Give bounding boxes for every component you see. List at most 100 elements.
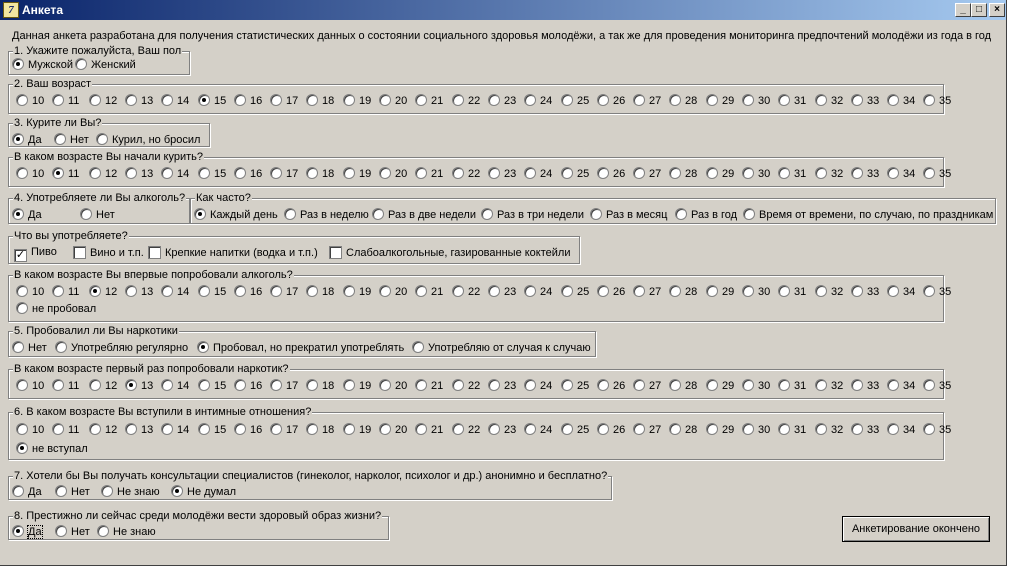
radio-button-icon[interactable]: [524, 423, 536, 435]
radio-button-icon[interactable]: [597, 285, 609, 297]
q6-option[interactable]: 29: [706, 423, 734, 437]
radio-button-icon[interactable]: [669, 94, 681, 106]
q2-option[interactable]: 18: [306, 94, 334, 108]
q6-option[interactable]: 27: [633, 423, 661, 437]
q4a-option[interactable]: Раз в три недели: [481, 208, 584, 222]
q3a-option[interactable]: 16: [234, 167, 262, 181]
radio-button-icon[interactable]: [597, 379, 609, 391]
radio-button-icon[interactable]: [815, 94, 827, 106]
radio-button-icon[interactable]: [16, 423, 28, 435]
q4c-option[interactable]: 33: [851, 285, 879, 299]
radio-button-icon[interactable]: [561, 423, 573, 435]
q4c-option[interactable]: 22: [452, 285, 480, 299]
radio-button-icon[interactable]: [706, 379, 718, 391]
q3a-option[interactable]: 13: [125, 167, 153, 181]
q5a-option[interactable]: 24: [524, 379, 552, 393]
q4c-option[interactable]: 14: [161, 285, 189, 299]
radio-button-icon[interactable]: [597, 94, 609, 106]
radio-button-icon[interactable]: [234, 285, 246, 297]
q3a-option[interactable]: 29: [706, 167, 734, 181]
q4-option[interactable]: Нет: [80, 208, 115, 222]
q5a-option[interactable]: 23: [488, 379, 516, 393]
q2-option[interactable]: 27: [633, 94, 661, 108]
radio-button-icon[interactable]: [343, 379, 355, 391]
radio-button-icon[interactable]: [198, 167, 210, 179]
q6-option[interactable]: 25: [561, 423, 589, 437]
radio-button-icon[interactable]: [125, 285, 137, 297]
drinks-option[interactable]: ✓ Пиво: [14, 246, 57, 262]
q6-option-extra[interactable]: не вступал: [16, 442, 88, 456]
checkbox-icon[interactable]: [148, 246, 161, 259]
q2-option[interactable]: 33: [851, 94, 879, 108]
radio-button-icon[interactable]: [97, 525, 109, 537]
radio-button-icon[interactable]: [198, 94, 210, 106]
q6-option[interactable]: 20: [379, 423, 407, 437]
q5a-option[interactable]: 35: [923, 379, 951, 393]
radio-button-icon[interactable]: [851, 167, 863, 179]
q4c-option[interactable]: 16: [234, 285, 262, 299]
q3a-option[interactable]: 14: [161, 167, 189, 181]
radio-button-icon[interactable]: [743, 208, 755, 220]
q6-option[interactable]: 12: [89, 423, 117, 437]
q2-option[interactable]: 28: [669, 94, 697, 108]
q5a-option[interactable]: 13: [125, 379, 153, 393]
q5a-option[interactable]: 27: [633, 379, 661, 393]
radio-button-icon[interactable]: [524, 94, 536, 106]
q5a-option[interactable]: 12: [89, 379, 117, 393]
radio-button-icon[interactable]: [306, 285, 318, 297]
q4c-option[interactable]: 23: [488, 285, 516, 299]
radio-button-icon[interactable]: [161, 94, 173, 106]
radio-button-icon[interactable]: [633, 423, 645, 435]
radio-button-icon[interactable]: [597, 167, 609, 179]
q6-option[interactable]: 17: [270, 423, 298, 437]
radio-button-icon[interactable]: [415, 167, 427, 179]
q5a-option[interactable]: 16: [234, 379, 262, 393]
q4-option[interactable]: Да: [12, 208, 42, 222]
radio-button-icon[interactable]: [12, 208, 24, 220]
q4c-option[interactable]: 35: [923, 285, 951, 299]
radio-button-icon[interactable]: [161, 423, 173, 435]
q2-option[interactable]: 24: [524, 94, 552, 108]
q6-option[interactable]: 26: [597, 423, 625, 437]
radio-button-icon[interactable]: [561, 285, 573, 297]
q3a-option[interactable]: 25: [561, 167, 589, 181]
q4c-option[interactable]: 13: [125, 285, 153, 299]
radio-button-icon[interactable]: [561, 379, 573, 391]
q3a-option[interactable]: 27: [633, 167, 661, 181]
radio-button-icon[interactable]: [306, 423, 318, 435]
radio-button-icon[interactable]: [52, 379, 64, 391]
radio-button-icon[interactable]: [851, 379, 863, 391]
q2-option[interactable]: 14: [161, 94, 189, 108]
q3-option[interactable]: Курил, но бросил: [96, 133, 200, 147]
q6-option[interactable]: 22: [452, 423, 480, 437]
radio-button-icon[interactable]: [198, 285, 210, 297]
q5a-option[interactable]: 22: [452, 379, 480, 393]
q4c-option[interactable]: 11: [52, 285, 79, 299]
q2-option[interactable]: 32: [815, 94, 843, 108]
radio-button-icon[interactable]: [524, 285, 536, 297]
radio-button-icon[interactable]: [706, 94, 718, 106]
q4a-option[interactable]: Раз в две недели: [372, 208, 476, 222]
q6-option[interactable]: 19: [343, 423, 371, 437]
radio-button-icon[interactable]: [742, 94, 754, 106]
radio-button-icon[interactable]: [851, 285, 863, 297]
radio-button-icon[interactable]: [815, 379, 827, 391]
radio-button-icon[interactable]: [379, 167, 391, 179]
radio-button-icon[interactable]: [16, 442, 28, 454]
drinks-option[interactable]: Крепкие напитки (водка и т.п.): [148, 246, 318, 260]
radio-button-icon[interactable]: [306, 167, 318, 179]
q4c-option[interactable]: 10: [16, 285, 44, 299]
q2-option[interactable]: 26: [597, 94, 625, 108]
q5a-option[interactable]: 25: [561, 379, 589, 393]
radio-button-icon[interactable]: [52, 167, 64, 179]
q4a-option[interactable]: Раз в месяц: [590, 208, 667, 222]
radio-button-icon[interactable]: [742, 379, 754, 391]
radio-button-icon[interactable]: [887, 423, 899, 435]
q6-option[interactable]: 23: [488, 423, 516, 437]
q8-option[interactable]: Да: [12, 525, 43, 539]
q8-option[interactable]: Нет: [55, 525, 90, 539]
q5-option[interactable]: Нет: [12, 341, 47, 355]
q7-option[interactable]: Не думал: [171, 485, 236, 499]
q6-option[interactable]: 32: [815, 423, 843, 437]
q3a-option[interactable]: 12: [89, 167, 117, 181]
